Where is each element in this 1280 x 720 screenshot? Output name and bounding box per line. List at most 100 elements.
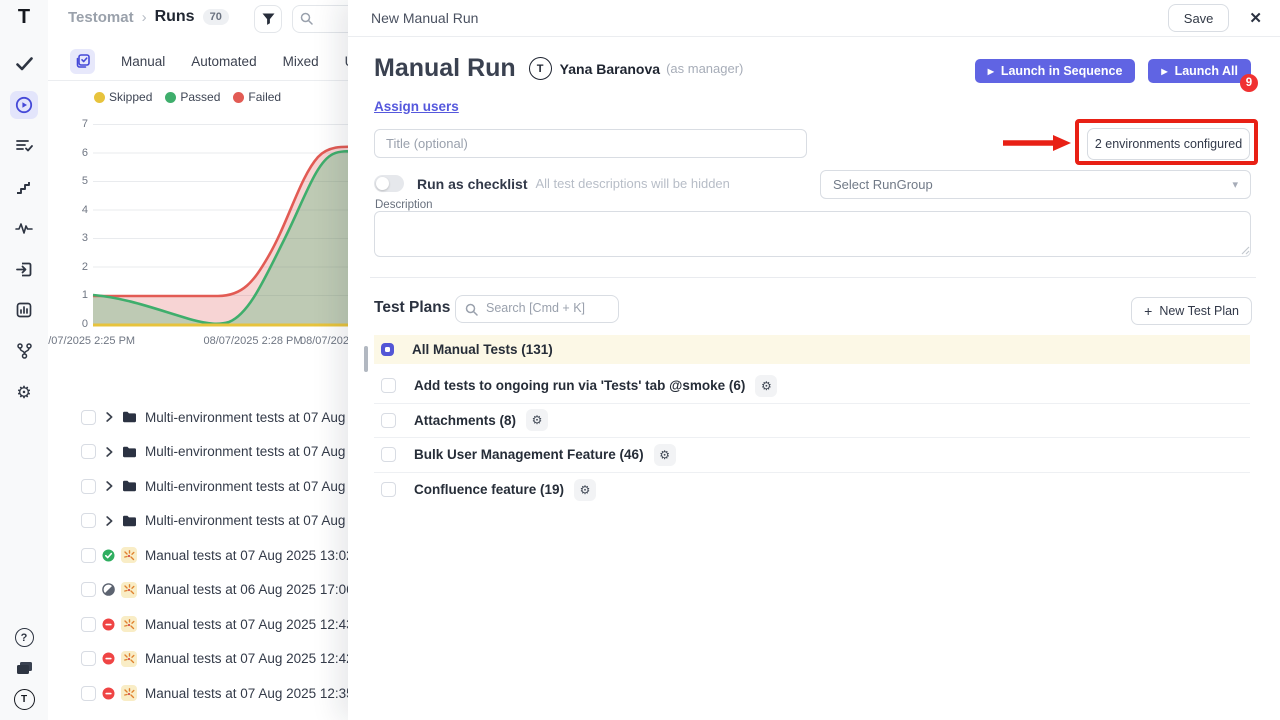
sidebar-item-branches[interactable]	[10, 337, 38, 365]
drawer-header: New Manual Run Save ✕	[348, 0, 1280, 37]
run-label[interactable]: Multi-environment tests at 07 Aug 2025	[145, 513, 379, 528]
checkbox[interactable]	[381, 378, 396, 393]
run-label[interactable]: Manual tests at 07 Aug 2025 12:42	[145, 651, 354, 666]
sidebar-item-runs[interactable]	[10, 91, 38, 119]
tab-mixed[interactable]: Mixed	[283, 54, 319, 69]
runs-count-badge: 70	[203, 9, 229, 25]
run-label[interactable]: Multi-environment tests at 07 Aug 2025	[145, 410, 379, 425]
test-plan-row[interactable]: Bulk User Management Feature (46) ⚙	[374, 438, 1250, 473]
launch-in-sequence-button[interactable]: ▶ Launch in Sequence	[975, 59, 1136, 83]
plan-label[interactable]: Confluence feature (19)	[414, 482, 564, 497]
chevron-right-icon[interactable]	[106, 412, 113, 422]
run-title-input[interactable]	[374, 129, 807, 158]
row-checkbox[interactable]	[81, 582, 96, 597]
list-check-icon	[16, 139, 33, 153]
run-row[interactable]: Manual tests at 07 Aug 2025 13:02 from	[48, 538, 378, 573]
testomat-badge-icon[interactable]: T	[14, 689, 35, 710]
test-plan-row[interactable]: Confluence feature (19) ⚙	[374, 473, 1250, 508]
row-checkbox[interactable]	[81, 686, 96, 701]
chevron-right-icon[interactable]	[106, 481, 113, 491]
pulse-icon	[15, 222, 33, 234]
run-as-checklist-toggle[interactable]	[374, 175, 404, 192]
sidebar-item-milestones[interactable]	[10, 173, 38, 201]
avatar: T	[529, 57, 552, 80]
run-label[interactable]: Manual tests at 07 Aug 2025 13:02	[145, 548, 354, 563]
sidebar-item-test-plans[interactable]	[10, 132, 38, 160]
sidebar-item-import[interactable]	[10, 255, 38, 283]
new-test-plan-button[interactable]: + New Test Plan	[1131, 297, 1252, 325]
sidebar-item-reports[interactable]	[10, 296, 38, 324]
plan-settings-gear-icon[interactable]: ⚙	[526, 409, 548, 431]
checkbox[interactable]	[381, 482, 396, 497]
run-label[interactable]: Manual tests at 06 Aug 2025 17:06	[145, 582, 354, 597]
annotation-highlight-box	[1075, 119, 1258, 165]
list-scrollbar-thumb[interactable]	[364, 346, 368, 372]
row-checkbox[interactable]	[81, 513, 96, 528]
run-label[interactable]: Manual tests at 07 Aug 2025 12:35	[145, 686, 354, 701]
plan-label[interactable]: Attachments (8)	[414, 413, 516, 428]
check-icon	[16, 57, 33, 71]
chevron-right-icon[interactable]	[106, 516, 113, 526]
launch-all-button[interactable]: ▶ Launch All 9	[1148, 59, 1251, 83]
run-folder-row[interactable]: Multi-environment tests at 07 Aug 2025	[48, 435, 378, 470]
assign-users-link[interactable]: Assign users	[374, 99, 459, 114]
plan-settings-gear-icon[interactable]: ⚙	[755, 375, 777, 397]
run-row[interactable]: Manual tests at 06 Aug 2025 17:06 1	[48, 573, 378, 608]
filter-button[interactable]	[254, 5, 282, 33]
folder-icon	[122, 446, 137, 458]
save-button[interactable]: Save	[1168, 4, 1230, 32]
plan-settings-gear-icon[interactable]: ⚙	[574, 479, 596, 501]
test-plan-row[interactable]: Attachments (8) ⚙	[374, 404, 1250, 439]
x-tick: 08/07/2025 2:28 PM	[203, 335, 302, 347]
plan-label[interactable]: Add tests to ongoing run via 'Tests' tab…	[414, 378, 745, 393]
copies-icon[interactable]	[16, 661, 33, 675]
row-checkbox[interactable]	[81, 651, 96, 666]
row-checkbox[interactable]	[81, 479, 96, 494]
test-plan-row-selected[interactable]: All Manual Tests (131)	[374, 335, 1250, 364]
checkbox[interactable]	[381, 447, 396, 462]
row-checkbox[interactable]	[81, 548, 96, 563]
run-row[interactable]: Manual tests at 07 Aug 2025 12:43 from	[48, 607, 378, 642]
folder-icon	[122, 411, 137, 423]
run-label[interactable]: Multi-environment tests at 07 Aug 2025	[145, 479, 379, 494]
status-failed-icon	[102, 618, 115, 631]
plan-label[interactable]: Bulk User Management Feature (46)	[414, 447, 644, 462]
row-checkbox[interactable]	[81, 444, 96, 459]
resize-handle-icon[interactable]	[1241, 246, 1250, 255]
checkbox-checked[interactable]	[381, 343, 394, 356]
breadcrumb-separator: ›	[142, 9, 147, 26]
breadcrumb-app[interactable]: Testomat	[68, 9, 134, 26]
tab-manual[interactable]: Manual	[121, 54, 165, 69]
sidebar-item-pulse[interactable]	[10, 214, 38, 242]
chevron-right-icon[interactable]	[106, 447, 113, 457]
description-textarea[interactable]	[374, 211, 1251, 257]
run-label[interactable]: Multi-environment tests at 07 Aug 2025	[145, 444, 379, 459]
sidebar-item-tests[interactable]	[10, 50, 38, 78]
help-icon[interactable]: ?	[15, 628, 34, 647]
import-icon	[16, 262, 32, 277]
run-label[interactable]: Manual tests at 07 Aug 2025 12:43	[145, 617, 354, 632]
run-row[interactable]: Manual tests at 07 Aug 2025 12:42 from	[48, 642, 378, 677]
tab-automated[interactable]: Automated	[191, 54, 256, 69]
row-checkbox[interactable]	[81, 617, 96, 632]
test-plan-row[interactable]: Add tests to ongoing run via 'Tests' tab…	[374, 369, 1250, 404]
close-icon[interactable]: ✕	[1249, 9, 1262, 27]
status-failed-icon	[102, 687, 115, 700]
run-row[interactable]: Manual tests at 07 Aug 2025 12:35 from	[48, 676, 378, 711]
run-folder-row[interactable]: Multi-environment tests at 07 Aug 2025	[48, 504, 378, 539]
test-plans-search-input[interactable]	[484, 300, 613, 316]
run-folder-row[interactable]: Multi-environment tests at 07 Aug 2025	[48, 469, 378, 504]
plan-settings-gear-icon[interactable]: ⚙	[654, 444, 676, 466]
runs-list: Multi-environment tests at 07 Aug 2025 M…	[48, 400, 378, 711]
sidebar-item-settings[interactable]: ⚙	[10, 378, 38, 406]
burst-icon	[121, 616, 137, 632]
row-checkbox[interactable]	[81, 410, 96, 425]
checkbox[interactable]	[381, 413, 396, 428]
breadcrumb-page[interactable]: Runs	[155, 8, 195, 26]
checklist-view-button[interactable]	[70, 49, 95, 74]
drawer-title: New Manual Run	[371, 10, 478, 26]
rungroup-select[interactable]: Select RunGroup ▾	[820, 170, 1251, 199]
run-folder-row[interactable]: Multi-environment tests at 07 Aug 2025	[48, 400, 378, 435]
test-plans-search-box[interactable]	[455, 295, 619, 323]
plan-label[interactable]: All Manual Tests (131)	[412, 342, 553, 357]
